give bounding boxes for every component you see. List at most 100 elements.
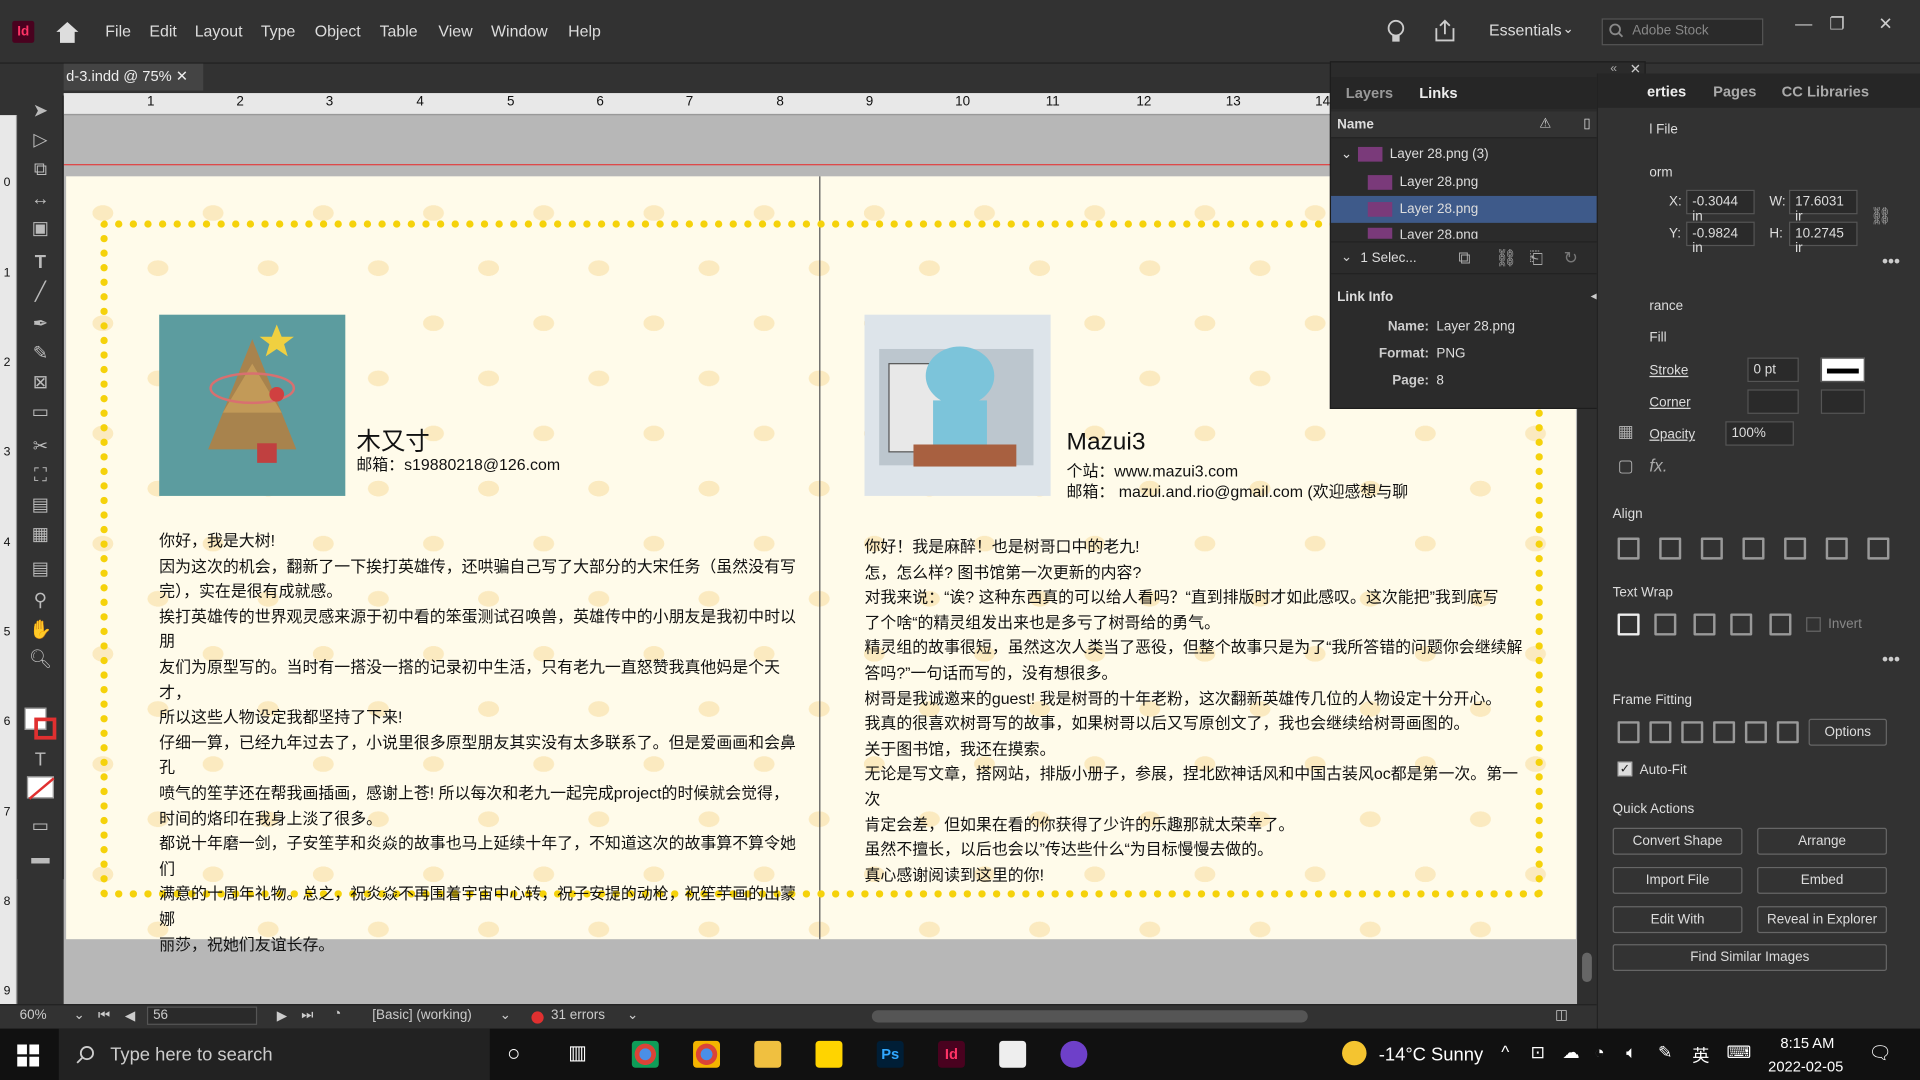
free-transform-tool-icon[interactable]: ⛶ xyxy=(22,463,59,490)
content-aware-fit-icon[interactable] xyxy=(1776,721,1799,744)
auto-fit-checkbox[interactable]: ✓ xyxy=(1617,761,1633,777)
preview-mode-icon[interactable]: ▬ xyxy=(22,845,59,872)
first-page-icon[interactable]: ⏮ xyxy=(98,1008,110,1024)
scissors-tool-icon[interactable]: ✂ xyxy=(22,433,59,460)
y-field[interactable]: -0.9824 in xyxy=(1686,221,1755,256)
document-tab[interactable]: d-3.indd @ 75% ✕ xyxy=(63,63,204,91)
zoom-tool-icon[interactable]: 🔍︎ xyxy=(22,647,59,674)
page-number-field[interactable]: 56 xyxy=(146,1006,258,1025)
horizontal-ruler[interactable]: 1 2 3 4 5 6 7 8 9 10 11 12 13 14 xyxy=(63,93,1333,116)
text-frame-left[interactable]: 你好，我是大树! 因为这次的机会，翻新了一下挨打英雄传，还哄骗自己写了大部分的大… xyxy=(159,529,796,958)
go-to-link-icon[interactable]: ⎗ xyxy=(1529,247,1543,268)
task-view-icon[interactable]: ▥ xyxy=(568,1041,587,1065)
screen-mode-icon[interactable]: ▭ xyxy=(22,813,59,840)
author-name-right[interactable]: Mazui3 xyxy=(1067,429,1146,457)
menu-help[interactable]: Help xyxy=(568,22,601,40)
menu-table[interactable]: Table xyxy=(380,22,418,40)
stroke-weight-field[interactable]: 0 pt xyxy=(1747,357,1799,383)
align-to-selection-icon[interactable] xyxy=(1617,537,1640,560)
ime-language-indicator[interactable]: 英 xyxy=(1692,1043,1709,1067)
w-field[interactable]: 17.6031 ir xyxy=(1788,189,1858,224)
frame-fitting-options-button[interactable]: Options xyxy=(1808,718,1887,746)
selection-tool-icon[interactable]: ➤ xyxy=(22,98,59,125)
clock-time[interactable]: 8:15 AM xyxy=(1780,1035,1834,1052)
rectangle-frame-tool-icon[interactable]: ⊠ xyxy=(22,370,59,397)
stroke-type-dropdown[interactable] xyxy=(1820,357,1865,383)
author-site-right[interactable]: 个站：www.mazui3.com xyxy=(1067,458,1239,481)
find-similar-images-button[interactable]: Find Similar Images xyxy=(1612,944,1887,972)
align-right-icon[interactable] xyxy=(1742,537,1765,560)
jump-object-icon[interactable] xyxy=(1730,613,1753,636)
photoshop-icon[interactable]: Ps xyxy=(876,1040,904,1068)
preflight-icon[interactable]: ◔ xyxy=(333,1007,341,1022)
chevron-down-icon[interactable]: ⌄ xyxy=(1341,146,1352,162)
menu-file[interactable]: File xyxy=(105,22,131,40)
content-collector-icon[interactable]: ▣ xyxy=(22,216,59,243)
next-page-icon[interactable]: ▶ xyxy=(277,1008,287,1024)
cloud-icon[interactable]: ☁ xyxy=(1562,1042,1579,1063)
align-bottom-icon[interactable] xyxy=(1867,537,1890,560)
scroll-thumb[interactable] xyxy=(1582,952,1592,983)
close-icon[interactable]: ✕ xyxy=(1878,13,1892,34)
align-left-icon[interactable] xyxy=(1659,537,1682,560)
tray-chevron-icon[interactable]: ^ xyxy=(1501,1042,1509,1062)
tab-links[interactable]: Links xyxy=(1419,84,1457,101)
corner-shape-dropdown[interactable] xyxy=(1820,389,1865,414)
menu-layout[interactable]: Layout xyxy=(195,22,243,40)
pen-tool-icon[interactable]: ✒ xyxy=(22,311,59,338)
text-frame-right[interactable]: 你好！我是麻醉！也是树哥口中的老九! 怎，怎么样? 图书馆第一次更新的内容? 对… xyxy=(864,535,1525,888)
tab-pages[interactable]: Pages xyxy=(1713,83,1756,100)
constrain-proportions-icon[interactable]: ⛓ xyxy=(1870,206,1892,227)
line-tool-icon[interactable]: ╱ xyxy=(22,279,59,306)
update-link-icon[interactable]: ↻ xyxy=(1564,247,1578,268)
home-icon[interactable] xyxy=(54,20,81,44)
corner-field[interactable] xyxy=(1747,389,1799,414)
stroke-label[interactable]: Stroke xyxy=(1649,364,1688,379)
github-desktop-icon[interactable] xyxy=(1060,1040,1088,1068)
fit-content-to-frame-icon[interactable] xyxy=(1681,721,1704,744)
h-field[interactable]: 10.2745 ir xyxy=(1788,221,1858,256)
network-icon[interactable]: ◔ xyxy=(1594,1042,1604,1062)
indesign-icon[interactable]: Id xyxy=(937,1040,965,1068)
volume-icon[interactable]: 🔈︎ xyxy=(1626,1042,1636,1063)
rectangle-tool-icon[interactable]: ▭ xyxy=(22,399,59,426)
apply-none-icon[interactable] xyxy=(26,776,55,800)
fill-stroke-swatch-icon[interactable] xyxy=(22,705,59,740)
direct-selection-tool-icon[interactable]: ▷ xyxy=(22,127,59,154)
adobe-stock-search-input[interactable]: Adobe Stock xyxy=(1601,18,1764,46)
gradient-feather-tool-icon[interactable]: ▦ xyxy=(22,522,59,549)
effects-fx-icon[interactable]: fx. xyxy=(1649,456,1667,476)
clock-date[interactable]: 2022-02-05 xyxy=(1768,1058,1843,1075)
opacity-field[interactable]: 100% xyxy=(1725,421,1794,446)
minimize-icon[interactable]: — xyxy=(1795,13,1812,33)
windows-start-icon[interactable] xyxy=(17,1044,40,1067)
fill-frame-proportionally-icon[interactable] xyxy=(1617,721,1640,744)
tray-app-icon[interactable]: ⊡ xyxy=(1531,1042,1545,1063)
chevron-down-icon[interactable]: ⌄ xyxy=(500,1007,511,1023)
arrange-button[interactable]: Arrange xyxy=(1757,827,1887,855)
avatar-image-tree[interactable] xyxy=(159,314,346,496)
chevron-down-icon[interactable]: ⌄ xyxy=(73,1007,84,1023)
preflight-errors[interactable]: 31 errors xyxy=(551,1008,605,1023)
author-email-left[interactable]: 邮箱：s19880218@126.com xyxy=(356,452,560,475)
page-column-icon[interactable]: ▯ xyxy=(1583,115,1590,131)
zoom-level-field[interactable]: 60% xyxy=(20,1008,47,1023)
edit-with-button[interactable]: Edit With xyxy=(1612,906,1743,934)
author-email-right[interactable]: 邮箱： mazui.and.rio@gmail.com (欢迎感想与聊 xyxy=(1067,479,1409,502)
column-name[interactable]: Name xyxy=(1337,118,1374,133)
workspace-switcher[interactable]: Essentials xyxy=(1489,21,1562,39)
embed-link-icon[interactable]: ⧉ xyxy=(1458,247,1470,268)
page-tool-icon[interactable]: ⧉ xyxy=(22,157,59,184)
avatar-image-character[interactable] xyxy=(864,314,1051,496)
align-center-icon[interactable] xyxy=(1700,537,1723,560)
notifications-icon[interactable]: 🗨︎ xyxy=(1869,1042,1892,1064)
menu-window[interactable]: Window xyxy=(491,22,548,40)
chrome-icon[interactable] xyxy=(631,1040,659,1068)
note-tool-icon[interactable]: ▤ xyxy=(22,556,59,583)
eyedropper-tool-icon[interactable]: ⚲ xyxy=(22,588,59,615)
tab-properties[interactable]: erties xyxy=(1647,83,1686,100)
vertical-ruler[interactable]: 0 1 2 3 4 5 6 7 8 9 xyxy=(0,115,18,1005)
menu-type[interactable]: Type xyxy=(261,22,296,40)
menu-edit[interactable]: Edit xyxy=(149,22,176,40)
center-content-icon[interactable] xyxy=(1744,721,1767,744)
